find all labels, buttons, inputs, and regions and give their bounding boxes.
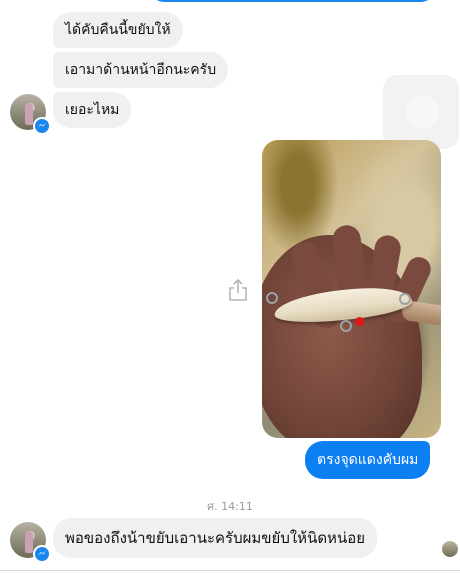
split-ring-shape [266, 292, 278, 304]
outgoing-message[interactable]: ตรงจุดแดงคับผม [305, 441, 431, 479]
avatar-figure [25, 103, 33, 125]
divider [0, 570, 460, 571]
messenger-badge-icon [33, 117, 51, 135]
split-ring-shape [399, 293, 411, 305]
chat-thread: ได้คับคืนนี้ขยับให้ เอามาด้านหน้าอีกนะคร… [0, 0, 460, 574]
loading-image-placeholder [383, 75, 459, 149]
incoming-message[interactable]: พอของถึงน้าขยับเอานะครับผมขยับให้นิดหน่อ… [53, 518, 377, 558]
messenger-badge-icon [33, 545, 51, 563]
incoming-message[interactable]: ได้คับคืนนี้ขยับให้ [53, 12, 183, 48]
fishing-lure-photo[interactable] [262, 140, 441, 438]
previous-outgoing-bubble-edge[interactable] [150, 0, 435, 2]
share-icon[interactable] [228, 278, 248, 302]
red-marker-dot [355, 317, 364, 326]
avatar-figure [25, 531, 33, 553]
placeholder-shape [405, 95, 439, 129]
read-receipt-avatar [442, 541, 458, 557]
message-timestamp: ศ. 14:11 [207, 500, 253, 513]
split-ring-shape [340, 320, 352, 332]
incoming-message[interactable]: เยอะไหม [53, 92, 132, 128]
incoming-message[interactable]: เอามาด้านหน้าอีกนะครับ [53, 52, 229, 88]
